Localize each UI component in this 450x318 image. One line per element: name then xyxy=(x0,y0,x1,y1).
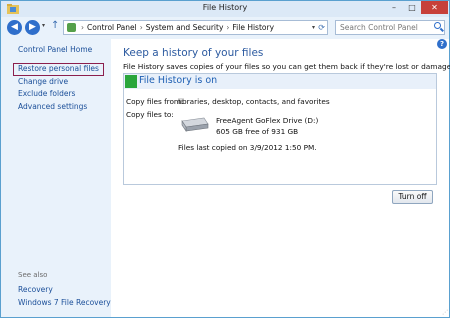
control-panel-icon xyxy=(67,23,76,32)
exclude-folders-link[interactable]: Exclude folders xyxy=(18,89,75,98)
recovery-link[interactable]: Recovery xyxy=(18,285,53,294)
external-drive-icon xyxy=(181,117,209,132)
title-bar[interactable]: File History – □ ✕ xyxy=(1,1,449,17)
last-copied-status: Files last copied on 3/9/2012 1:50 PM. xyxy=(178,143,317,152)
copy-from-value: libraries, desktop, contacts, and favori… xyxy=(178,97,330,106)
close-button[interactable]: ✕ xyxy=(421,1,448,14)
see-also-label: See also xyxy=(18,271,48,279)
status-header: File History is on xyxy=(124,74,436,89)
address-dropdown-chevron-icon[interactable]: ▾ xyxy=(312,21,315,34)
breadcrumb-control-panel[interactable]: Control Panel xyxy=(87,23,137,32)
breadcrumb-separator: › xyxy=(81,23,84,32)
minimize-button[interactable]: – xyxy=(385,1,403,14)
address-bar[interactable]: › Control Panel › System and Security › File … xyxy=(63,20,328,35)
back-arrow-icon[interactable]: ◀ xyxy=(7,20,22,35)
help-icon[interactable]: ? xyxy=(437,39,447,49)
breadcrumb-separator: › xyxy=(139,23,143,32)
search-icon[interactable] xyxy=(434,22,441,29)
target-drive-name: FreeAgent GoFlex Drive (D:) xyxy=(216,116,319,125)
windows-7-file-recovery-link[interactable]: Windows 7 File Recovery xyxy=(18,298,111,307)
breadcrumb-file-history[interactable]: File History xyxy=(232,23,274,32)
window-title: File History xyxy=(202,3,248,12)
advanced-settings-link[interactable]: Advanced settings xyxy=(18,102,87,111)
breadcrumb-system-and-security[interactable]: System and Security xyxy=(146,23,224,32)
copy-from-label: Copy files from: xyxy=(126,97,184,106)
up-arrow-icon[interactable]: ↑ xyxy=(51,20,59,31)
restore-personal-files-link[interactable]: Restore personal files xyxy=(13,63,104,76)
change-drive-link[interactable]: Change drive xyxy=(18,77,68,86)
forward-arrow-icon[interactable]: ▶ xyxy=(25,20,40,35)
page-title: Keep a history of your files xyxy=(123,47,264,59)
copy-to-label: Copy files to: xyxy=(126,110,174,119)
breadcrumb-separator: › xyxy=(226,23,230,32)
target-drive-space: 605 GB free of 931 GB xyxy=(216,127,299,136)
status-title: File History is on xyxy=(139,75,218,86)
resize-grip-icon[interactable]: ⋰ xyxy=(442,310,448,316)
left-navigation-pane: Control Panel Home Restore personal file… xyxy=(1,39,111,317)
page-description: File History saves copies of your files … xyxy=(123,62,450,71)
status-on-indicator-icon xyxy=(125,75,137,88)
control-panel-home-link[interactable]: Control Panel Home xyxy=(18,45,92,54)
address-bar-row: ◀ ▶ ▾ ↑ › Control Panel › System and Securi… xyxy=(1,17,449,39)
search-input[interactable]: Search Control Panel xyxy=(335,20,445,35)
turn-off-button[interactable]: Turn off xyxy=(392,190,433,204)
main-content: ? Keep a history of your files File Hist… xyxy=(111,39,450,317)
search-placeholder: Search Control Panel xyxy=(340,23,418,32)
maximize-button[interactable]: □ xyxy=(403,1,421,14)
refresh-icon[interactable]: ⟳ xyxy=(318,21,325,34)
file-history-window: File History – □ ✕ ◀ ▶ ▾ ↑ › Control Pane… xyxy=(0,0,450,318)
recent-locations-chevron-icon[interactable]: ▾ xyxy=(42,22,45,29)
status-panel: File History is on Copy files from: libr… xyxy=(123,73,437,185)
